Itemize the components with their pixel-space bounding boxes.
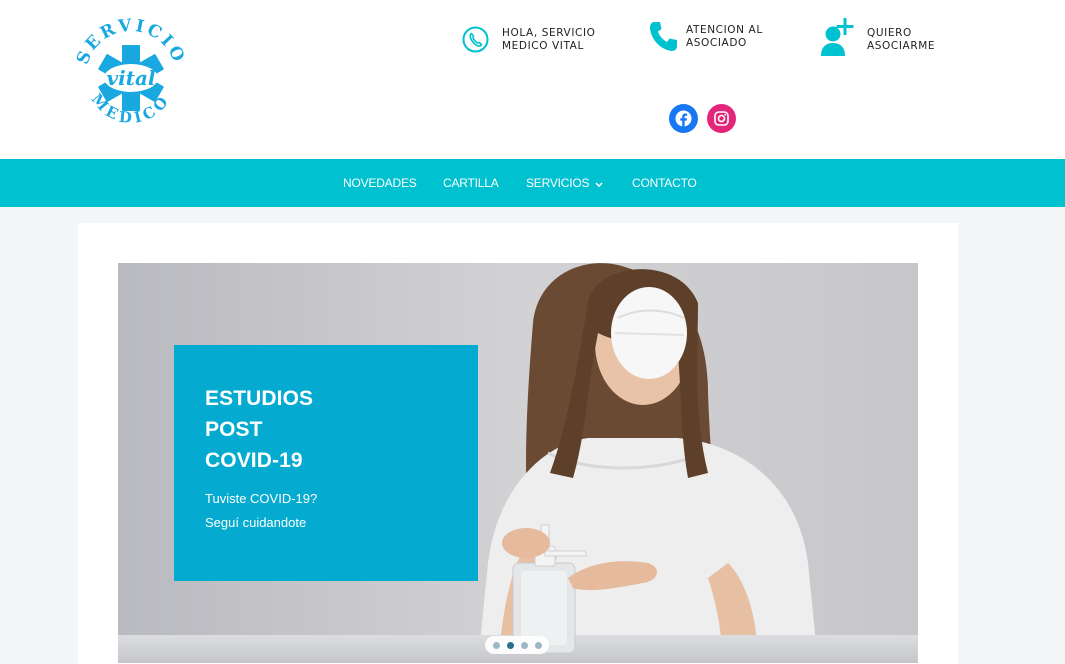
facebook-link[interactable] <box>669 104 698 133</box>
contact-quiero-asociarme[interactable]: QUIERO ASOCIARME <box>820 17 967 57</box>
contact-label: ATENCION AL ASOCIADO <box>686 23 763 49</box>
slider-dot[interactable] <box>520 641 528 649</box>
contact-label: HOLA, SERVICIO MEDICO VITAL <box>502 26 596 52</box>
main-nav: NOVEDADES CARTILLA SERVICIOS CONTACTO <box>0 159 1065 207</box>
nav-item-label: SERVICIOS <box>526 176 590 190</box>
servicio-vital-medico-logo[interactable]: SERVICIO MEDICO vital <box>73 16 188 134</box>
instagram-link[interactable] <box>707 104 736 133</box>
nav-item-contacto[interactable]: CONTACTO <box>632 159 697 207</box>
slider-dot[interactable] <box>534 641 542 649</box>
logo-graphic: SERVICIO MEDICO vital <box>73 16 186 128</box>
slider-pagination <box>485 636 549 654</box>
phone-icon <box>648 20 679 53</box>
facebook-icon <box>675 110 692 127</box>
phone-outline-icon <box>462 26 489 53</box>
chevron-down-icon <box>595 160 603 208</box>
nav-item-servicios[interactable]: SERVICIOS <box>526 159 603 207</box>
slider-dot-active[interactable] <box>506 641 514 649</box>
slide-subtitle: Tuviste COVID-19? Seguí cuidandote <box>205 491 318 530</box>
contact-atencion-asociado[interactable]: ATENCION AL ASOCIADO <box>648 20 786 53</box>
contact-hola-servicio[interactable]: HOLA, SERVICIO MEDICO VITAL <box>462 26 602 53</box>
logo-center-text: vital <box>106 66 155 90</box>
slide-caption-box[interactable]: ESTUDIOS POST COVID-19 Tuviste COVID-19?… <box>174 345 478 581</box>
nav-item-novedades[interactable]: NOVEDADES <box>343 159 417 207</box>
site-header: SERVICIO MEDICO vital HOLA, SERVICIO MED… <box>0 0 1065 159</box>
instagram-icon <box>714 111 729 126</box>
nav-item-cartilla[interactable]: CARTILLA <box>443 159 499 207</box>
slide-title: ESTUDIOS POST COVID-19 <box>205 387 314 472</box>
contact-label: QUIERO ASOCIARME <box>867 27 936 52</box>
hero-slider[interactable]: ESTUDIOS POST COVID-19 Tuviste COVID-19?… <box>118 263 918 663</box>
add-user-icon <box>820 17 854 57</box>
slider-dot[interactable] <box>492 641 500 649</box>
